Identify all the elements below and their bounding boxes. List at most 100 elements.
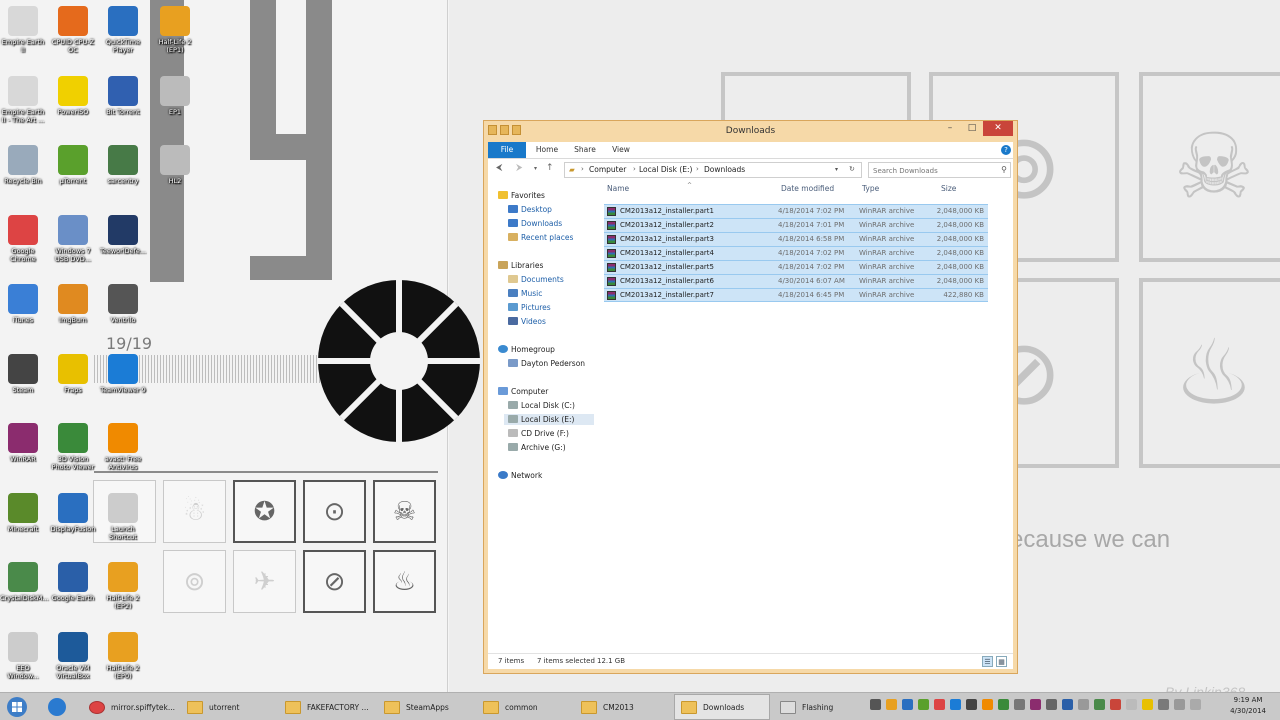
desktop-shortcut[interactable]: Oracle VM VirtualBox <box>50 631 96 680</box>
address-dropdown-chevron-icon[interactable]: ▾ <box>835 166 838 173</box>
tray-app-icon[interactable] <box>902 699 913 710</box>
title-bar[interactable]: Downloads – □ ✕ <box>484 121 1017 141</box>
breadcrumb-downloads[interactable]: Downloads <box>704 165 745 174</box>
desktop-shortcut[interactable]: EEO Window... <box>0 631 46 680</box>
taskbar-button[interactable]: Downloads <box>674 694 770 720</box>
start-button[interactable] <box>1 695 33 719</box>
file-row[interactable]: CM2013a12_installer.part1 4/18/2014 7:02 … <box>604 204 988 218</box>
tray-app-icon[interactable] <box>1046 699 1057 710</box>
desktop-shortcut[interactable]: Steam <box>0 353 46 394</box>
pinned-app-button[interactable] <box>40 695 74 719</box>
maximize-button[interactable]: □ <box>961 121 983 136</box>
refresh-icon[interactable]: ↻ <box>849 165 855 173</box>
desktop-shortcut[interactable]: µTorrent <box>50 145 96 185</box>
tray-app-icon[interactable] <box>950 699 961 710</box>
address-bar[interactable]: ▰ › Computer › Local Disk (E:) › Downloa… <box>564 162 862 178</box>
taskbar-button[interactable]: Flashing <box>773 694 869 720</box>
back-arrow-icon[interactable]: ⮜ <box>496 163 502 173</box>
taskbar-button[interactable]: common <box>476 694 572 720</box>
desktop-shortcut[interactable]: Half-Life 2 (EP1) <box>152 6 198 54</box>
nav-pictures[interactable]: Pictures <box>508 303 551 312</box>
desktop-shortcut[interactable]: DisplayFusion <box>50 492 96 533</box>
desktop-shortcut[interactable]: EP1 <box>152 75 198 116</box>
nav-recent-places[interactable]: Recent places <box>508 233 573 242</box>
column-name[interactable]: Name ^ <box>607 182 692 193</box>
minimize-button[interactable]: – <box>939 121 961 136</box>
desktop-shortcut[interactable]: Fraps <box>50 353 96 394</box>
taskbar-button[interactable]: mirror.spiffytek... <box>82 694 178 720</box>
nav-homegroup[interactable]: Homegroup <box>498 345 555 354</box>
help-icon[interactable]: ? <box>1001 145 1011 155</box>
tray-app-icon[interactable] <box>1062 699 1073 710</box>
desktop-shortcut[interactable]: iTunes <box>0 284 46 324</box>
tray-app-icon[interactable] <box>998 699 1009 710</box>
up-arrow-icon[interactable]: ↑ <box>546 163 554 173</box>
tab-share[interactable]: Share <box>568 142 602 158</box>
nav-videos[interactable]: Videos <box>508 317 546 326</box>
search-input[interactable] <box>873 164 993 177</box>
desktop-shortcut[interactable]: WinRAR <box>0 423 46 463</box>
desktop-shortcut[interactable]: Half-Life 2 (EP0) <box>100 631 146 680</box>
desktop-shortcut[interactable]: Launch Shortcut <box>100 492 146 541</box>
recent-locations-chevron-icon[interactable]: ▾ <box>534 165 537 172</box>
tray-app-icon[interactable] <box>1014 699 1025 710</box>
desktop-shortcut[interactable]: Ventrilo <box>100 284 146 324</box>
tray-app-icon[interactable] <box>1142 699 1153 710</box>
breadcrumb-separator-icon[interactable]: › <box>696 165 699 173</box>
file-row[interactable]: CM2013a12_installer.part4 4/18/2014 7:02 … <box>604 246 988 260</box>
nav-libraries[interactable]: Libraries <box>498 261 543 270</box>
tray-app-icon[interactable] <box>1126 699 1137 710</box>
nav-documents[interactable]: Documents <box>508 275 564 284</box>
file-row[interactable]: CM2013a12_installer.part6 4/30/2014 6:07 … <box>604 274 988 288</box>
breadcrumb-local-disk-e[interactable]: Local Disk (E:) <box>639 165 692 174</box>
nav-computer[interactable]: Computer <box>498 387 548 396</box>
breadcrumb-separator-icon[interactable]: › <box>581 165 584 173</box>
column-size[interactable]: Size <box>941 184 956 193</box>
desktop-shortcut[interactable]: avast! Free Antivirus <box>100 423 146 471</box>
tab-file[interactable]: File <box>488 142 526 158</box>
desktop-shortcut[interactable]: PowerISO <box>50 75 96 116</box>
nav-cd-drive-f[interactable]: CD Drive (F:) <box>508 429 569 438</box>
tray-app-icon[interactable] <box>870 699 881 710</box>
large-icons-view-icon[interactable]: ▦ <box>996 656 1007 667</box>
tab-home[interactable]: Home <box>530 142 564 158</box>
taskbar-button[interactable]: CM2013 <box>574 694 670 720</box>
desktop-shortcut[interactable]: CPUID CPU-Z OC <box>50 6 96 54</box>
taskbar-button[interactable]: FAKEFACTORY ... <box>278 694 374 720</box>
desktop-shortcut[interactable]: ImgBurn <box>50 284 96 324</box>
tray-app-icon[interactable] <box>1110 699 1121 710</box>
nav-favorites[interactable]: Favorites <box>498 191 545 200</box>
close-button[interactable]: ✕ <box>983 121 1013 136</box>
tray-app-icon[interactable] <box>966 699 977 710</box>
details-view-icon[interactable]: ☰ <box>982 656 993 667</box>
file-row[interactable]: CM2013a12_installer.part3 4/18/2014 6:58 … <box>604 232 988 246</box>
desktop-shortcut[interactable]: Empire Earth II <box>0 6 46 54</box>
clock[interactable]: 9:19 AM 4/30/2014 <box>1230 695 1266 717</box>
tray-app-icon[interactable] <box>1094 699 1105 710</box>
desktop-shortcut[interactable]: Recycle Bin <box>0 145 46 185</box>
desktop-shortcut[interactable]: QuickTime Player <box>100 6 146 54</box>
taskbar-button[interactable]: utorrent <box>180 694 276 720</box>
forward-arrow-icon[interactable]: ⮞ <box>516 163 523 173</box>
column-date-modified[interactable]: Date modified <box>781 184 834 193</box>
breadcrumb-computer[interactable]: Computer <box>589 165 626 174</box>
nav-dayton-pederson[interactable]: Dayton Pederson <box>508 359 585 368</box>
network-icon[interactable] <box>1174 699 1185 710</box>
tray-app-icon[interactable] <box>982 699 993 710</box>
desktop-shortcut[interactable]: Google Earth <box>50 562 96 602</box>
tray-app-icon[interactable] <box>918 699 929 710</box>
nav-archive-g[interactable]: Archive (G:) <box>508 443 566 452</box>
action-center-icon[interactable] <box>1190 699 1201 710</box>
nav-downloads[interactable]: Downloads <box>508 219 562 228</box>
nav-local-disk-c[interactable]: Local Disk (C:) <box>508 401 575 410</box>
speaker-icon[interactable] <box>1158 699 1169 710</box>
desktop-shortcut[interactable]: Windows 7 USB DVD... <box>50 214 96 263</box>
nav-desktop[interactable]: Desktop <box>508 205 552 214</box>
tray-app-icon[interactable] <box>1030 699 1041 710</box>
search-icon[interactable]: ⚲ <box>1001 165 1007 174</box>
file-row[interactable]: CM2013a12_installer.part5 4/18/2014 7:02 … <box>604 260 988 274</box>
file-row[interactable]: CM2013a12_installer.part7 4/18/2014 6:45 … <box>604 288 988 302</box>
desktop-shortcut[interactable]: TeeworlDefe... <box>100 214 146 255</box>
desktop-shortcut[interactable]: 3D Vision Photo Viewer <box>50 423 96 471</box>
breadcrumb-separator-icon[interactable]: › <box>633 165 636 173</box>
